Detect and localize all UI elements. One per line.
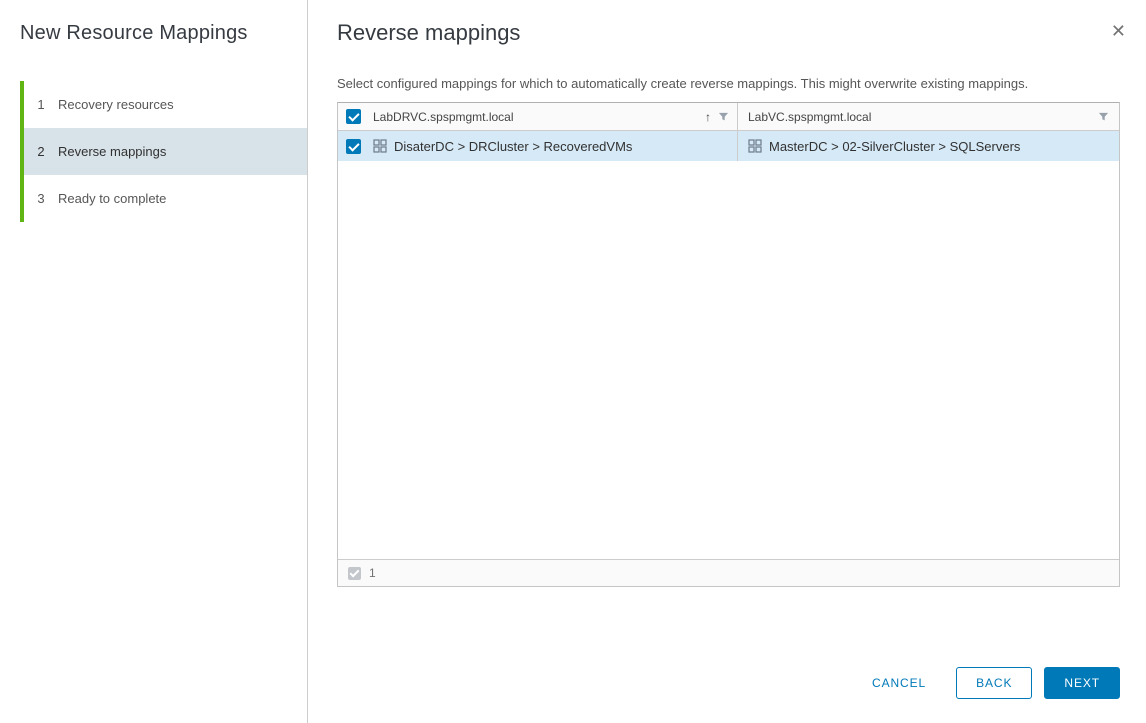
step-recovery-resources[interactable]: 1 Recovery resources bbox=[20, 81, 307, 128]
next-button[interactable]: NEXT bbox=[1044, 667, 1120, 699]
close-icon[interactable]: ✕ bbox=[1111, 22, 1126, 40]
column-header-label: LabDRVC.spspmgmt.local bbox=[373, 109, 514, 124]
step-label: Recovery resources bbox=[58, 97, 174, 112]
table-row[interactable]: DisaterDC > DRCluster > RecoveredVMs Mas… bbox=[338, 131, 1119, 161]
header-icons: ↑ bbox=[705, 110, 729, 124]
source-mapping-text: DisaterDC > DRCluster > RecoveredVMs bbox=[394, 138, 633, 154]
step-label: Ready to complete bbox=[58, 191, 167, 206]
step-ready-to-complete[interactable]: 3 Ready to complete bbox=[20, 175, 307, 222]
footer-selection-checkbox bbox=[348, 566, 361, 580]
step-number: 1 bbox=[37, 97, 45, 112]
step-reverse-mappings[interactable]: 2 Reverse mappings bbox=[20, 128, 307, 175]
column-header-source[interactable]: LabDRVC.spspmgmt.local ↑ bbox=[369, 103, 738, 130]
wizard-title: New Resource Mappings bbox=[20, 22, 248, 44]
panel-description: Select configured mappings for which to … bbox=[337, 76, 1029, 91]
select-all-cell bbox=[338, 103, 369, 130]
page-title: Reverse mappings bbox=[337, 20, 521, 45]
resource-pool-icon bbox=[373, 139, 387, 153]
action-bar: CANCEL BACK NEXT bbox=[337, 647, 1120, 699]
resource-pool-icon bbox=[748, 139, 762, 153]
sort-ascending-icon[interactable]: ↑ bbox=[705, 110, 711, 124]
table-footer: 1 bbox=[338, 559, 1119, 586]
new-resource-mappings-dialog: New Resource Mappings 1 Recovery resourc… bbox=[0, 0, 1146, 723]
cancel-button[interactable]: CANCEL bbox=[862, 667, 936, 699]
column-header-label: LabVC.spspmgmt.local bbox=[748, 109, 872, 124]
step-number: 3 bbox=[37, 191, 45, 206]
selection-count: 1 bbox=[369, 566, 376, 580]
row-checkbox-cell bbox=[338, 131, 369, 161]
filter-icon[interactable] bbox=[1098, 111, 1109, 122]
back-button[interactable]: BACK bbox=[956, 667, 1033, 699]
filter-icon[interactable] bbox=[718, 111, 729, 122]
source-mapping-cell: DisaterDC > DRCluster > RecoveredVMs bbox=[369, 131, 738, 161]
wizard-steps: 1 Recovery resources 2 Reverse mappings … bbox=[20, 81, 307, 222]
column-header-target[interactable]: LabVC.spspmgmt.local bbox=[738, 103, 1119, 130]
target-mapping-text: MasterDC > 02-SilverCluster > SQLServers bbox=[769, 138, 1021, 154]
target-mapping-cell: MasterDC > 02-SilverCluster > SQLServers bbox=[738, 131, 1119, 161]
step-label: Reverse mappings bbox=[58, 144, 167, 159]
table-header-row: LabDRVC.spspmgmt.local ↑ LabVC.spspmgmt.… bbox=[338, 103, 1119, 131]
step-number: 2 bbox=[37, 144, 45, 159]
row-checkbox[interactable] bbox=[346, 138, 361, 154]
table-empty-area bbox=[338, 161, 1119, 559]
mappings-table: LabDRVC.spspmgmt.local ↑ LabVC.spspmgmt.… bbox=[337, 102, 1120, 587]
wizard-panel: Reverse mappings ✕ Select configured map… bbox=[308, 0, 1146, 723]
select-all-checkbox[interactable] bbox=[346, 109, 361, 124]
wizard-sidebar: New Resource Mappings 1 Recovery resourc… bbox=[0, 0, 308, 723]
